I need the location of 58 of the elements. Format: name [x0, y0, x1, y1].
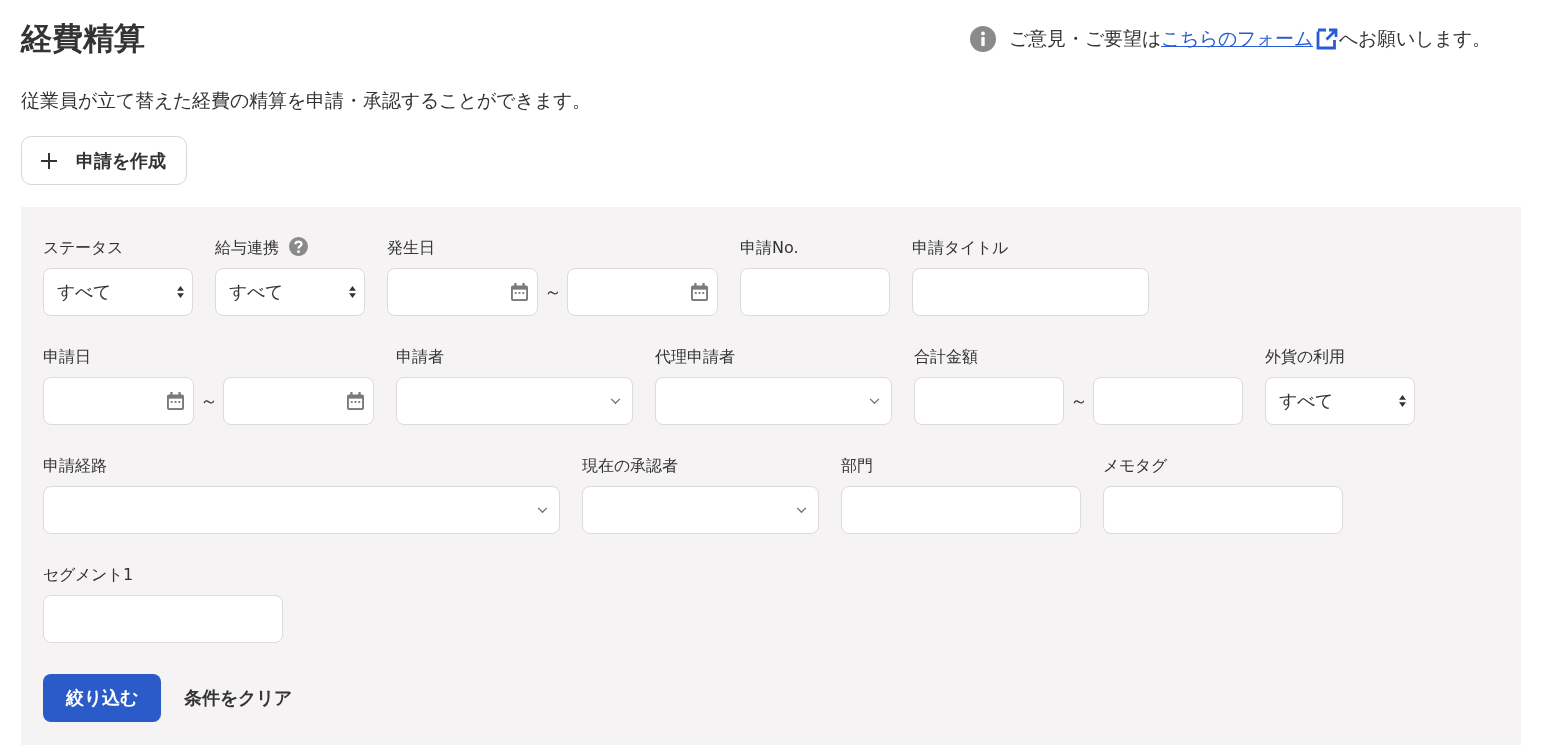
plus-icon [41, 152, 57, 169]
feedback-text: ご意見・ご要望はこちらのフォーム へお願いします。 [1009, 26, 1491, 52]
field-label: 申請タイトル [912, 238, 1008, 258]
combo-box[interactable] [655, 377, 892, 425]
field-label: 給与連携 [215, 238, 279, 258]
create-request-button[interactable]: 申請を作成 [21, 136, 187, 185]
apply-filter-button[interactable]: 絞り込む [43, 674, 161, 722]
field-label: セグメント1 [43, 565, 134, 585]
field-label: 部門 [841, 456, 873, 476]
input-field[interactable] [1093, 377, 1243, 425]
range-separator: ～ [542, 280, 563, 304]
calendar-icon [691, 283, 708, 301]
input-field[interactable] [912, 268, 1149, 316]
external-link-icon [1315, 27, 1339, 51]
chevron-down-icon [796, 506, 807, 514]
range-separator: ～ [198, 389, 219, 413]
field-label: 申請日 [43, 347, 91, 367]
updown-caret-icon [349, 286, 356, 298]
field-label: メモタグ [1103, 456, 1167, 476]
date-field[interactable] [223, 377, 374, 425]
input-field[interactable] [841, 486, 1081, 534]
date-field[interactable] [567, 268, 718, 316]
field-label: 発生日 [387, 238, 435, 258]
dropdown-select[interactable]: すべて [1265, 377, 1415, 425]
field-label: 外貨の利用 [1265, 347, 1345, 367]
date-field[interactable] [43, 377, 194, 425]
chevron-down-icon [537, 506, 548, 514]
page-title: 経費精算 [21, 19, 145, 58]
field-label: 申請経路 [43, 456, 107, 476]
combo-box[interactable] [582, 486, 819, 534]
form-link[interactable]: こちらのフォーム [1161, 28, 1339, 49]
dropdown-select[interactable]: すべて [215, 268, 365, 316]
clear-conditions-link[interactable]: 条件をクリア [184, 686, 292, 710]
field-label: 合計金額 [914, 347, 978, 367]
chevron-down-icon [610, 397, 621, 405]
info-icon [970, 26, 996, 52]
field-label: ステータス [43, 238, 123, 258]
combo-box[interactable] [43, 486, 560, 534]
page-description: 従業員が立て替えた経費の精算を申請・承認することができます。 [21, 88, 592, 112]
input-field[interactable] [43, 595, 283, 643]
calendar-icon [511, 283, 528, 301]
field-label: 代理申請者 [655, 347, 735, 367]
input-field[interactable] [914, 377, 1064, 425]
date-field[interactable] [387, 268, 538, 316]
calendar-icon [167, 392, 184, 410]
dropdown-select[interactable]: すべて [43, 268, 193, 316]
field-label: 現在の承認者 [582, 456, 678, 476]
calendar-icon [347, 392, 364, 410]
field-label: 申請No. [740, 238, 799, 258]
input-field[interactable] [740, 268, 890, 316]
chevron-down-icon [869, 397, 880, 405]
range-separator: ～ [1068, 389, 1089, 413]
updown-caret-icon [1399, 395, 1406, 407]
input-field[interactable] [1103, 486, 1343, 534]
updown-caret-icon [177, 286, 184, 298]
combo-box[interactable] [396, 377, 633, 425]
field-label: 申請者 [396, 347, 444, 367]
help-icon[interactable] [289, 236, 308, 256]
